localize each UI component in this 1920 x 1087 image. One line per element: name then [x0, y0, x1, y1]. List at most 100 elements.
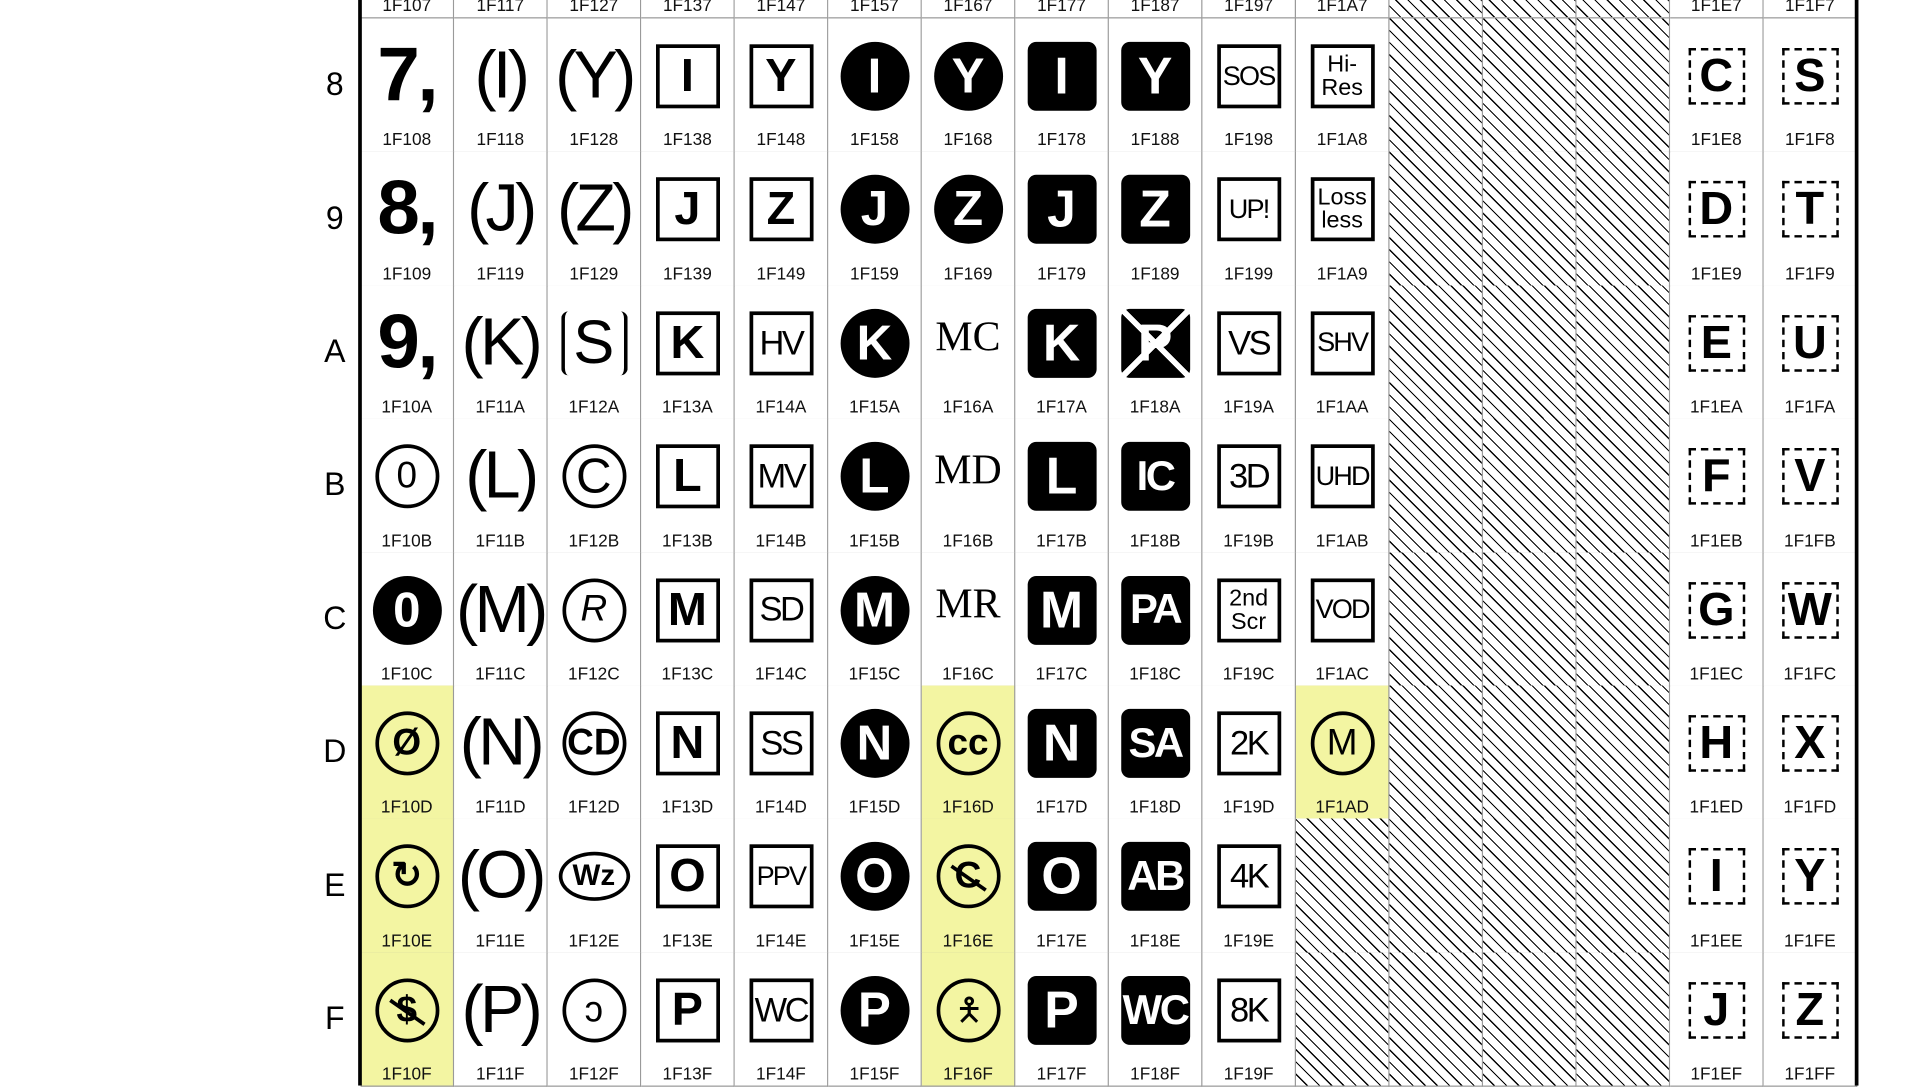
code-point-label: 1F1FF: [1784, 1063, 1836, 1084]
unassigned-cell: [1296, 952, 1390, 1087]
unassigned-cell: [1483, 418, 1577, 554]
code-point-label: 1F1EE: [1689, 930, 1743, 950]
code-cell: 1F1F7: [1763, 0, 1858, 19]
character-glyph: X: [1781, 715, 1839, 772]
code-cell: L 1F15B: [828, 418, 922, 554]
row-label: A: [324, 332, 346, 370]
code-point-label: 1F17C: [1035, 663, 1088, 684]
character-glyph: Y: [748, 44, 813, 109]
code-cell: (M) 1F11C: [454, 552, 548, 687]
code-cell: CD 1F12D: [547, 685, 642, 821]
code-point-label: 1F12A: [568, 396, 620, 417]
code-cell: P 1F17F: [1015, 952, 1109, 1087]
character-glyph: J: [840, 175, 909, 245]
code-point-label: 1F168: [943, 129, 993, 150]
code-point-label: 1F10E: [381, 930, 433, 950]
code-point-label: 1F1EB: [1689, 529, 1743, 550]
code-point-label: 1F1F9: [1784, 263, 1835, 283]
character-glyph: 0: [372, 575, 442, 645]
character-glyph: L: [1027, 442, 1097, 512]
code-cell: 8, 1F109: [360, 151, 455, 287]
code-point-label: 1F10C: [380, 663, 433, 684]
code-cell: IC 1F18B: [1108, 418, 1203, 554]
code-point-label: 1F11B: [475, 529, 526, 550]
code-cell: 1F1E7: [1670, 0, 1764, 19]
character-glyph: AB: [1120, 842, 1190, 912]
code-point-label: 1F1A7: [1316, 0, 1368, 15]
code-point-label: 1F19C: [1222, 663, 1275, 684]
code-point-label: 1F18D: [1129, 796, 1181, 817]
code-point-label: 1F15C: [848, 663, 901, 684]
character-glyph: (L): [465, 438, 539, 513]
character-glyph: M: [1310, 711, 1375, 776]
character-glyph: S: [560, 311, 628, 376]
unassigned-cell: [1483, 151, 1577, 287]
code-cell: 1F197: [1202, 0, 1297, 19]
code-cell: Wz 1F12E: [547, 818, 642, 954]
code-cell: E 1F1EA: [1670, 285, 1764, 420]
row-label: 8: [325, 65, 344, 103]
unassigned-cell: [1389, 418, 1484, 554]
code-cell: O 1F13E: [641, 818, 735, 954]
character-glyph: Y: [1120, 41, 1190, 111]
code-cell: Z 1F149: [734, 151, 829, 287]
code-cell: 1F177: [1015, 0, 1109, 19]
code-cell: J 1F139: [641, 151, 735, 287]
unassigned-cell: [1389, 285, 1484, 420]
character-glyph: MV: [748, 444, 813, 509]
character-glyph: I: [840, 41, 909, 111]
code-point-label: 1F11F: [476, 1063, 525, 1084]
character-glyph: CD: [561, 711, 626, 776]
code-point-label: 1F12E: [568, 930, 620, 950]
character-glyph: WC: [1120, 975, 1190, 1045]
code-point-label: 1F1FD: [1783, 796, 1837, 817]
code-cell: (K) 1F11A: [454, 285, 548, 420]
code-cell: SD 1F14C: [734, 552, 829, 687]
code-point-label: 1F15B: [849, 529, 900, 550]
code-cell: SS 1F14D: [734, 685, 829, 821]
character-glyph: (J): [467, 171, 537, 246]
character-glyph: E: [1688, 314, 1745, 372]
code-point-label: 1F187: [1130, 0, 1180, 15]
code-cell: 1F187: [1108, 0, 1203, 19]
code-cell: 🯅 1F16F: [921, 952, 1016, 1087]
code-point-label: 1F109: [382, 263, 432, 283]
code-cell: (O) 1F11E: [454, 818, 548, 954]
character-glyph: O: [840, 842, 909, 912]
code-cell: (J) 1F119: [454, 151, 548, 287]
code-cell: MD 1F16B: [921, 418, 1016, 554]
unassigned-cell: [1296, 818, 1390, 954]
code-point-label: 1F19E: [1223, 930, 1275, 950]
unassigned-cell: [1483, 818, 1577, 954]
code-cell: Hi- Res 1F1A8: [1296, 18, 1390, 154]
character-glyph: MC: [935, 314, 1001, 361]
code-point-label: 1F16B: [942, 529, 994, 550]
code-point-label: 1F1AA: [1315, 396, 1369, 417]
code-point-label: 1F17E: [1036, 930, 1087, 950]
code-point-label: 1F167: [943, 0, 993, 15]
code-point-label: 1F16D: [942, 796, 994, 817]
code-point-label: 1F18F: [1130, 1063, 1180, 1084]
code-point-label: 1F18E: [1129, 930, 1181, 950]
character-glyph: 7,: [377, 32, 438, 118]
code-cell: UP! 1F199: [1202, 151, 1297, 287]
code-point-label: 1F17D: [1035, 796, 1088, 817]
character-glyph: (N): [459, 705, 545, 780]
character-glyph: C: [1688, 48, 1745, 105]
character-glyph: UHD: [1310, 444, 1375, 509]
unassigned-cell: [1576, 685, 1671, 821]
character-glyph: K: [1027, 308, 1097, 378]
unassigned-cell: [1576, 285, 1671, 420]
character-glyph: HV: [748, 311, 813, 376]
code-point-label: 1F1EC: [1689, 663, 1744, 684]
character-glyph: MR: [935, 581, 1001, 628]
code-point-label: 1F17B: [1036, 529, 1087, 550]
character-glyph: Z: [748, 177, 813, 242]
character-glyph: S: [1781, 48, 1839, 105]
code-point-label: 1F18B: [1129, 529, 1181, 550]
code-point-label: 1F14C: [755, 663, 807, 684]
unassigned-cell: [1389, 952, 1484, 1087]
character-glyph: Hi- Res: [1310, 44, 1375, 109]
code-cell: Z 1F189: [1108, 151, 1203, 287]
code-point-label: 1F178: [1037, 129, 1086, 150]
